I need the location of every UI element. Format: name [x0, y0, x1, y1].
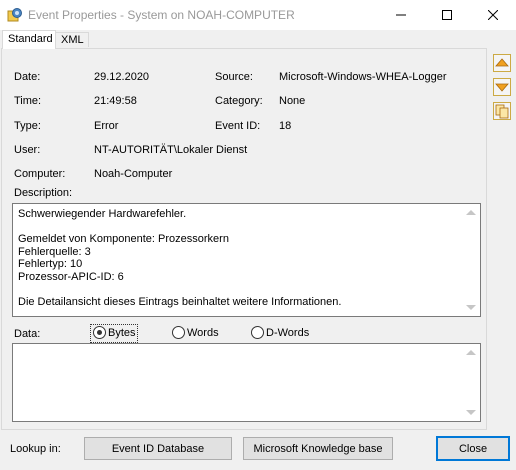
description-scrollbar[interactable] [463, 205, 479, 315]
tab-xml[interactable]: XML [55, 32, 89, 47]
computer-label: Computer: [14, 168, 66, 180]
maximize-icon [442, 10, 452, 20]
title-bar: Event Properties - System on NOAH-COMPUT… [0, 0, 516, 30]
description-text: Schwerwiegender Hardwarefehler. Gemeldet… [18, 208, 342, 308]
date-value: 29.12.2020 [94, 71, 150, 83]
data-label: Data: [14, 328, 41, 340]
close-button[interactable]: Close [436, 436, 510, 461]
user-value: NT-AUTORITÄT\Lokaler Dienst [94, 144, 248, 156]
category-value: None [279, 95, 306, 107]
lookup-in-label: Lookup in: [10, 443, 61, 455]
time-label: Time: [14, 95, 42, 107]
words-radio[interactable] [172, 326, 185, 339]
source-value: Microsoft-Windows-WHEA-Logger [279, 71, 447, 83]
maximize-button[interactable] [424, 0, 470, 30]
copy-icon [495, 104, 509, 119]
bytes-option-label[interactable]: Bytes [108, 327, 136, 339]
previous-event-button[interactable] [493, 54, 511, 72]
computer-value: Noah-Computer [94, 168, 173, 180]
source-label: Source: [215, 71, 253, 83]
user-label: User: [14, 144, 41, 156]
close-icon [488, 10, 498, 20]
scroll-down-arrow-icon[interactable] [466, 305, 476, 310]
date-label: Date: [14, 71, 41, 83]
scroll-up-arrow-icon[interactable] [466, 210, 476, 215]
bytes-radio[interactable] [93, 326, 106, 339]
event-id-label: Event ID: [215, 120, 261, 132]
time-value: 21:49:58 [94, 95, 137, 107]
event-id-value: 18 [279, 120, 292, 132]
up-arrow-icon [495, 58, 509, 67]
minimize-button[interactable] [378, 0, 424, 30]
category-label: Category: [215, 95, 263, 107]
data-textbox[interactable] [12, 343, 481, 422]
words-option-label[interactable]: Words [187, 327, 219, 339]
minimize-icon [396, 14, 406, 16]
data-scrollbar[interactable] [463, 345, 479, 420]
type-label: Type: [14, 120, 41, 132]
event-viewer-icon [7, 7, 23, 23]
close-window-button[interactable] [470, 0, 516, 30]
description-textbox[interactable]: Schwerwiegender Hardwarefehler. Gemeldet… [12, 203, 481, 317]
description-label: Description: [14, 187, 73, 199]
down-arrow-icon [495, 83, 509, 92]
type-value: Error [94, 120, 119, 132]
knowledge-base-button[interactable]: Microsoft Knowledge base [243, 437, 393, 460]
data-scroll-up-arrow-icon[interactable] [466, 350, 476, 355]
window-title: Event Properties - System on NOAH-COMPUT… [28, 8, 295, 22]
d-words-option-label[interactable]: D-Words [266, 327, 309, 339]
copy-button[interactable] [493, 102, 511, 120]
event-id-database-button[interactable]: Event ID Database [84, 437, 232, 460]
tab-standard[interactable]: Standard [2, 30, 56, 49]
data-scroll-down-arrow-icon[interactable] [466, 410, 476, 415]
d-words-radio[interactable] [251, 326, 264, 339]
next-event-button[interactable] [493, 78, 511, 96]
